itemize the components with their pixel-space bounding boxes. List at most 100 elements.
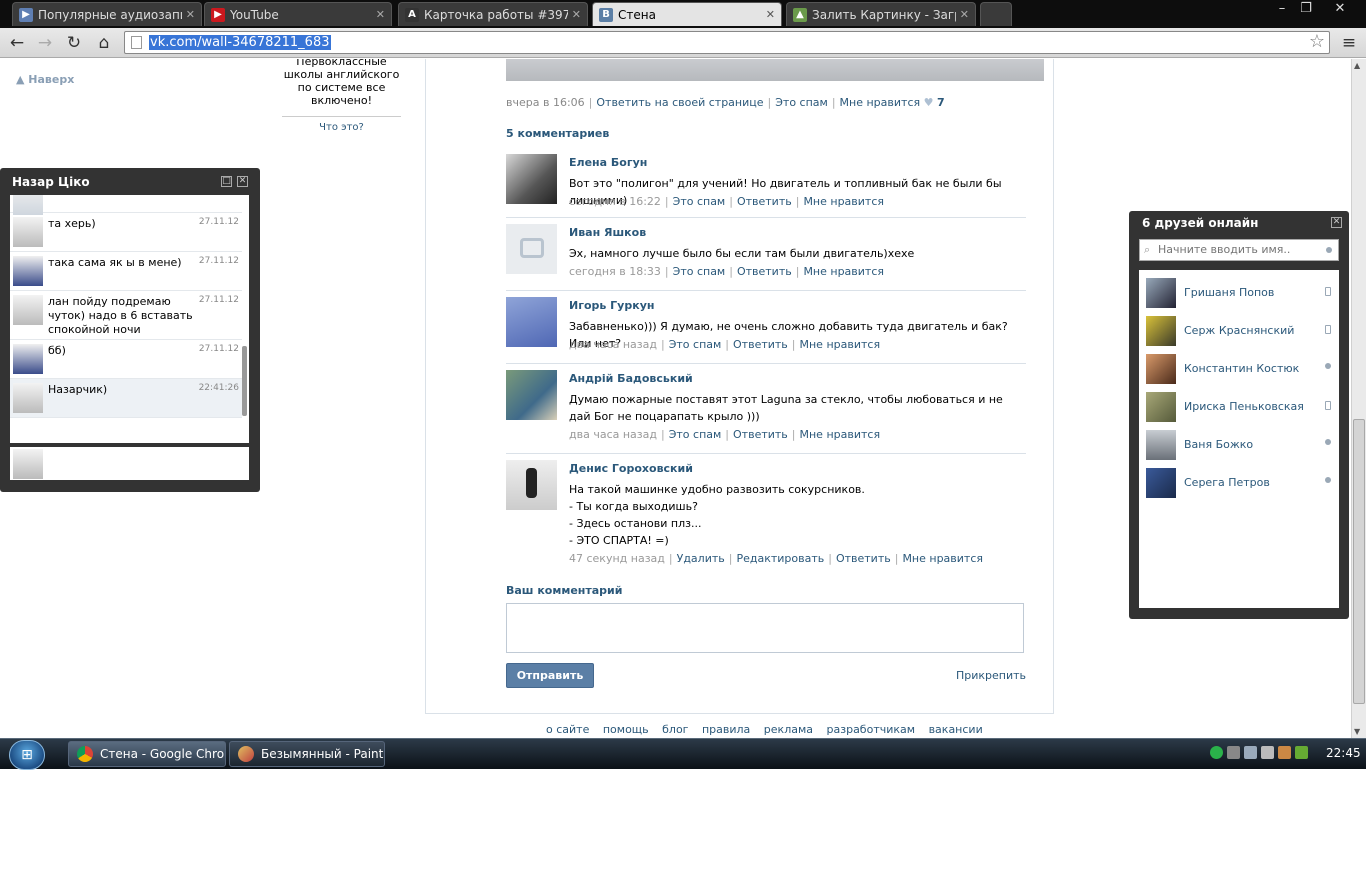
tab-wall[interactable]: B Стена ✕ <box>592 2 782 26</box>
comment-author[interactable]: Андрій Бадовський <box>569 372 693 385</box>
friend-item[interactable]: Серж Краснянский <box>1139 312 1339 350</box>
footer-link-jobs[interactable]: вакансии <box>929 723 983 736</box>
tray-device-icon[interactable] <box>1261 746 1274 759</box>
back-arrow-icon[interactable]: ← <box>6 32 28 54</box>
tab-youtube[interactable]: ▶ YouTube ✕ <box>204 2 392 26</box>
comment-author[interactable]: Иван Яшков <box>569 226 646 239</box>
chat-scrollbar[interactable] <box>242 346 247 416</box>
start-button[interactable]: ⊞ <box>9 740 45 770</box>
tray-status-icon[interactable] <box>1210 746 1223 759</box>
to-top-link[interactable]: ▲ Наверх <box>16 73 74 86</box>
chat-messages[interactable]: та херь) 27.11.12 така сама як ы в мене)… <box>10 195 249 443</box>
avatar[interactable] <box>506 154 557 204</box>
spam-link[interactable]: Это спам <box>673 195 726 208</box>
chat-close-icon[interactable]: ✕ <box>237 176 248 187</box>
friend-name[interactable]: Гришаня Попов <box>1184 286 1274 299</box>
like-link[interactable]: Мне нравится <box>803 265 884 278</box>
bookmark-star-icon[interactable]: ☆ <box>1309 31 1325 52</box>
comment-author[interactable]: Игорь Гуркун <box>569 299 654 312</box>
close-tab-icon[interactable]: ✕ <box>960 8 969 21</box>
tray-volume-icon[interactable] <box>1278 746 1291 759</box>
scrollbar-thumb[interactable] <box>1353 419 1365 704</box>
spam-link[interactable]: Это спам <box>775 96 828 109</box>
close-tab-icon[interactable]: ✕ <box>572 8 581 21</box>
tray-nvidia-icon[interactable] <box>1295 746 1308 759</box>
forward-arrow-icon[interactable]: → <box>34 32 56 54</box>
close-tab-icon[interactable]: ✕ <box>186 8 195 21</box>
spam-link[interactable]: Это спам <box>673 265 726 278</box>
friend-item[interactable]: Константин Костюк <box>1139 350 1339 388</box>
url-text[interactable]: vk.com/wall-34678211_683 <box>149 35 331 50</box>
chat-input[interactable] <box>10 447 249 480</box>
friends-online-title[interactable]: 6 друзей онлайн <box>1142 216 1258 230</box>
scroll-down-icon[interactable]: ▼ <box>1354 727 1360 736</box>
reply-link[interactable]: Ответить <box>737 265 792 278</box>
avatar[interactable] <box>506 297 557 347</box>
chat-title[interactable]: Назар Ціко <box>12 175 90 189</box>
friend-name[interactable]: Константин Костюк <box>1184 362 1299 375</box>
close-tab-icon[interactable]: ✕ <box>766 8 775 21</box>
reply-link[interactable]: Ответить <box>836 552 891 565</box>
taskbar-item-chrome[interactable]: Стена - Google Chro... <box>68 741 226 767</box>
comment-author[interactable]: Денис Гороховский <box>569 462 693 475</box>
reply-link[interactable]: Ответить <box>733 338 788 351</box>
friend-name[interactable]: Ваня Божко <box>1184 438 1253 451</box>
reload-icon[interactable]: ↻ <box>63 32 85 54</box>
friend-search-field[interactable]: ⌕ <box>1139 239 1339 261</box>
friend-name[interactable]: Серж Краснянский <box>1184 324 1294 337</box>
like-link[interactable]: Мне нравится <box>800 338 881 351</box>
reply-link[interactable]: Ответить <box>737 195 792 208</box>
spam-link[interactable]: Это спам <box>669 338 722 351</box>
like-link[interactable]: Мне нравится <box>800 428 881 441</box>
post-image[interactable] <box>506 59 1044 81</box>
tab-image-upload[interactable]: ▲ Залить Картинку - Загруз ✕ <box>786 2 976 26</box>
clock[interactable]: 22:45 <box>1326 746 1361 760</box>
maximize-icon[interactable]: ❐ <box>1294 2 1318 18</box>
ad-block[interactable]: Первоклассные школы английского по систе… <box>282 59 401 134</box>
edit-link[interactable]: Редактировать <box>736 552 824 565</box>
friend-name[interactable]: Ириска Пеньковская <box>1184 400 1304 413</box>
page-scrollbar[interactable]: ▲ ▼ <box>1351 59 1366 738</box>
close-window-icon[interactable]: ✕ <box>1328 2 1352 18</box>
attach-link[interactable]: Прикрепить <box>956 669 1026 682</box>
like-link[interactable]: Мне нравится <box>902 552 983 565</box>
footer-link-developers[interactable]: разработчикам <box>827 723 916 736</box>
friend-item[interactable]: Гришаня Попов <box>1139 274 1339 312</box>
heart-icon[interactable]: ♥ <box>924 96 934 109</box>
like-link[interactable]: Мне нравится <box>840 96 921 109</box>
close-tab-icon[interactable]: ✕ <box>376 8 385 21</box>
tab-work-card[interactable]: A Карточка работы #39759 ✕ <box>398 2 588 26</box>
friend-item[interactable]: Ваня Божко <box>1139 426 1339 464</box>
footer-link-blog[interactable]: блог <box>662 723 688 736</box>
taskbar-item-paint[interactable]: Безымянный - Paint <box>229 741 385 767</box>
send-button[interactable]: Отправить <box>506 663 594 688</box>
reply-on-page-link[interactable]: Ответить на своей странице <box>596 96 763 109</box>
friend-search-input[interactable] <box>1158 243 1318 256</box>
comment-textarea[interactable] <box>506 603 1024 653</box>
menu-icon[interactable]: ≡ <box>1338 32 1360 54</box>
comments-count[interactable]: 5 комментариев <box>506 127 609 140</box>
footer-link-ads[interactable]: реклама <box>764 723 813 736</box>
spam-link[interactable]: Это спам <box>669 428 722 441</box>
close-icon[interactable]: ✕ <box>1331 217 1342 228</box>
what-is-it-link[interactable]: Что это? <box>282 121 401 134</box>
avatar[interactable] <box>506 460 557 510</box>
like-link[interactable]: Мне нравится <box>803 195 884 208</box>
friend-item[interactable]: Ириска Пеньковская <box>1139 388 1339 426</box>
comment-author[interactable]: Елена Богун <box>569 156 647 169</box>
footer-link-help[interactable]: помощь <box>603 723 649 736</box>
avatar[interactable] <box>506 224 557 274</box>
chat-minimize-icon[interactable]: □ <box>221 176 232 187</box>
avatar[interactable] <box>506 370 557 420</box>
home-icon[interactable]: ⌂ <box>93 32 115 54</box>
footer-link-rules[interactable]: правила <box>702 723 750 736</box>
new-tab-button[interactable] <box>980 2 1012 26</box>
tab-popular-audio[interactable]: ▶ Популярные аудиозаписи ✕ <box>12 2 202 26</box>
footer-link-about[interactable]: о сайте <box>546 723 589 736</box>
minimize-icon[interactable]: – <box>1270 2 1294 18</box>
friend-name[interactable]: Серега Петров <box>1184 476 1270 489</box>
delete-link[interactable]: Удалить <box>677 552 725 565</box>
reply-link[interactable]: Ответить <box>733 428 788 441</box>
tray-network-icon[interactable] <box>1244 746 1257 759</box>
address-bar[interactable]: vk.com/wall-34678211_683 ☆ <box>124 31 1330 54</box>
